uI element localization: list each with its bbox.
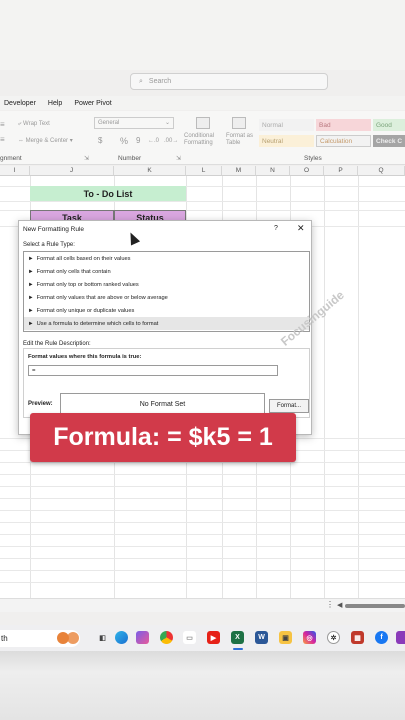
ribbon: ≡ ≡ ⤶ Wrap Text ⇔ Merge & Center ▾ Gener… (0, 111, 405, 165)
search-placeholder: Search (148, 78, 172, 85)
rule-type-item[interactable]: ► Format only values that are above or be… (24, 291, 309, 304)
increase-decimal-button[interactable]: ←.0 (148, 138, 159, 144)
merge-center-button[interactable]: ⇔ Merge & Center ▾ (18, 137, 73, 144)
close-button[interactable]: ✕ (297, 223, 305, 234)
format-as-table-button[interactable]: Format as Table (226, 133, 258, 147)
search-bar[interactable]: ⌕ Search (130, 73, 328, 90)
formula-input[interactable]: = (28, 365, 278, 376)
rule-type-item[interactable]: ► Format only unique or duplicate values (24, 304, 309, 317)
column-header-n[interactable]: N (256, 166, 290, 176)
indent-icon[interactable]: ≡ (0, 135, 5, 144)
rule-type-item[interactable]: ► Format all cells based on their values (24, 252, 309, 265)
rule-type-item[interactable]: ► Format only cells that contain (24, 265, 309, 278)
column-header-k[interactable]: K (114, 166, 186, 176)
column-header-q[interactable]: Q (358, 166, 405, 176)
arrow-icon: ► (28, 255, 34, 262)
chrome-icon[interactable] (160, 631, 173, 644)
store-icon[interactable]: ▣ (279, 631, 292, 644)
group-number-label: Number (118, 155, 142, 162)
column-header-o[interactable]: O (290, 166, 324, 176)
more-icon[interactable]: ⋮ (326, 600, 334, 609)
arrow-icon: ► (28, 281, 34, 288)
copilot-icon[interactable] (136, 631, 149, 644)
rule-type-list[interactable]: ► Format all cells based on their values … (23, 251, 310, 332)
rule-description-panel: Format values where this formula is true… (23, 348, 310, 418)
widget-icon[interactable] (56, 631, 82, 644)
format-button[interactable]: Format... (269, 399, 309, 413)
instagram-icon[interactable]: ◎ (303, 631, 316, 644)
number-format-select[interactable]: General ⌄ (94, 117, 174, 129)
conditional-formatting-icon[interactable] (196, 117, 210, 129)
apps-icon[interactable] (396, 631, 405, 644)
align-icon[interactable]: ≡ (0, 120, 5, 129)
arrow-icon: ► (28, 320, 34, 327)
group-alignment-label: gnment (0, 155, 22, 162)
group-styles-label: Styles (304, 155, 322, 162)
chatgpt-icon[interactable]: ✲ (327, 631, 340, 644)
search-icon: ⌕ (139, 77, 143, 85)
arrow-icon: ► (28, 268, 34, 275)
menu-developer[interactable]: Developer (4, 100, 36, 107)
arrow-icon: ► (28, 307, 34, 314)
percent-button[interactable]: % (120, 136, 128, 146)
style-calculation[interactable]: Calculation (316, 135, 371, 147)
title-area (0, 0, 405, 70)
conditional-formatting-button[interactable]: Conditional Formatting (184, 133, 224, 147)
media-icon[interactable]: ▦ (351, 631, 364, 644)
formula-banner: Formula: = $k5 = 1 (30, 413, 296, 462)
decrease-decimal-button[interactable]: .00→ (164, 138, 178, 144)
style-good[interactable]: Good (373, 119, 405, 131)
edge-icon[interactable] (115, 631, 128, 644)
rule-type-item[interactable]: ► Format only top or bottom ranked values (24, 278, 309, 291)
preview-box: No Format Set (60, 393, 265, 415)
menu-help[interactable]: Help (48, 100, 62, 107)
format-as-table-icon[interactable] (232, 117, 246, 129)
todo-title-cell[interactable]: To - Do List (30, 186, 186, 201)
taskbar: th ◧ ▭ ▶ X W ▣ ◎ ✲ ▦ f (0, 625, 405, 651)
word-icon[interactable]: W (255, 631, 268, 644)
column-header-j[interactable]: J (30, 166, 114, 176)
number-launcher-icon[interactable]: ⇲ (176, 155, 181, 162)
new-formatting-rule-dialog: New Formatting Rule ? ✕ Select a Rule Ty… (18, 220, 312, 435)
arrow-icon: ► (28, 294, 34, 301)
chevron-down-icon: ⌄ (164, 120, 170, 126)
preview-label: Preview: (28, 401, 53, 407)
style-check-cell[interactable]: Check C (373, 135, 405, 147)
menu-power-pivot[interactable]: Power Pivot (74, 100, 111, 107)
comma-button[interactable]: 9 (136, 136, 140, 145)
currency-button[interactable]: $ (98, 136, 102, 145)
youtube-icon[interactable]: ▶ (207, 631, 220, 644)
help-button[interactable]: ? (274, 225, 278, 232)
excel-icon[interactable]: X (231, 631, 244, 644)
scroll-left-icon[interactable]: ◀ (337, 601, 342, 609)
status-bar: ⋮ ◀ (0, 598, 405, 612)
dialog-title: New Formatting Rule (23, 226, 85, 233)
active-indicator (233, 648, 243, 650)
horizontal-scrollbar[interactable] (345, 604, 405, 608)
facebook-icon[interactable]: f (375, 631, 388, 644)
rule-type-label: Select a Rule Type: (23, 242, 75, 248)
task-view-icon[interactable]: ◧ (96, 631, 109, 644)
style-neutral[interactable]: Neutral (259, 135, 314, 147)
column-header-m[interactable]: M (222, 166, 256, 176)
style-bad[interactable]: Bad (316, 119, 371, 131)
blurred-background (0, 651, 405, 720)
alignment-launcher-icon[interactable]: ⇲ (84, 155, 89, 162)
column-header-p[interactable]: P (324, 166, 358, 176)
menu-bar: Developer Help Power Pivot (0, 96, 405, 110)
wrap-text-button[interactable]: ⤶ Wrap Text (18, 121, 50, 128)
formula-label: Format values where this formula is true… (28, 354, 142, 360)
edit-rule-label: Edit the Rule Description: (23, 341, 91, 347)
style-normal[interactable]: Normal (259, 119, 314, 131)
column-header-i[interactable]: I (0, 166, 30, 176)
rule-type-item-selected[interactable]: ► Use a formula to determine which cells … (24, 317, 309, 330)
column-header-l[interactable]: L (186, 166, 222, 176)
merge-icon: ⇔ (18, 138, 26, 144)
file-explorer-icon[interactable]: ▭ (183, 631, 196, 644)
